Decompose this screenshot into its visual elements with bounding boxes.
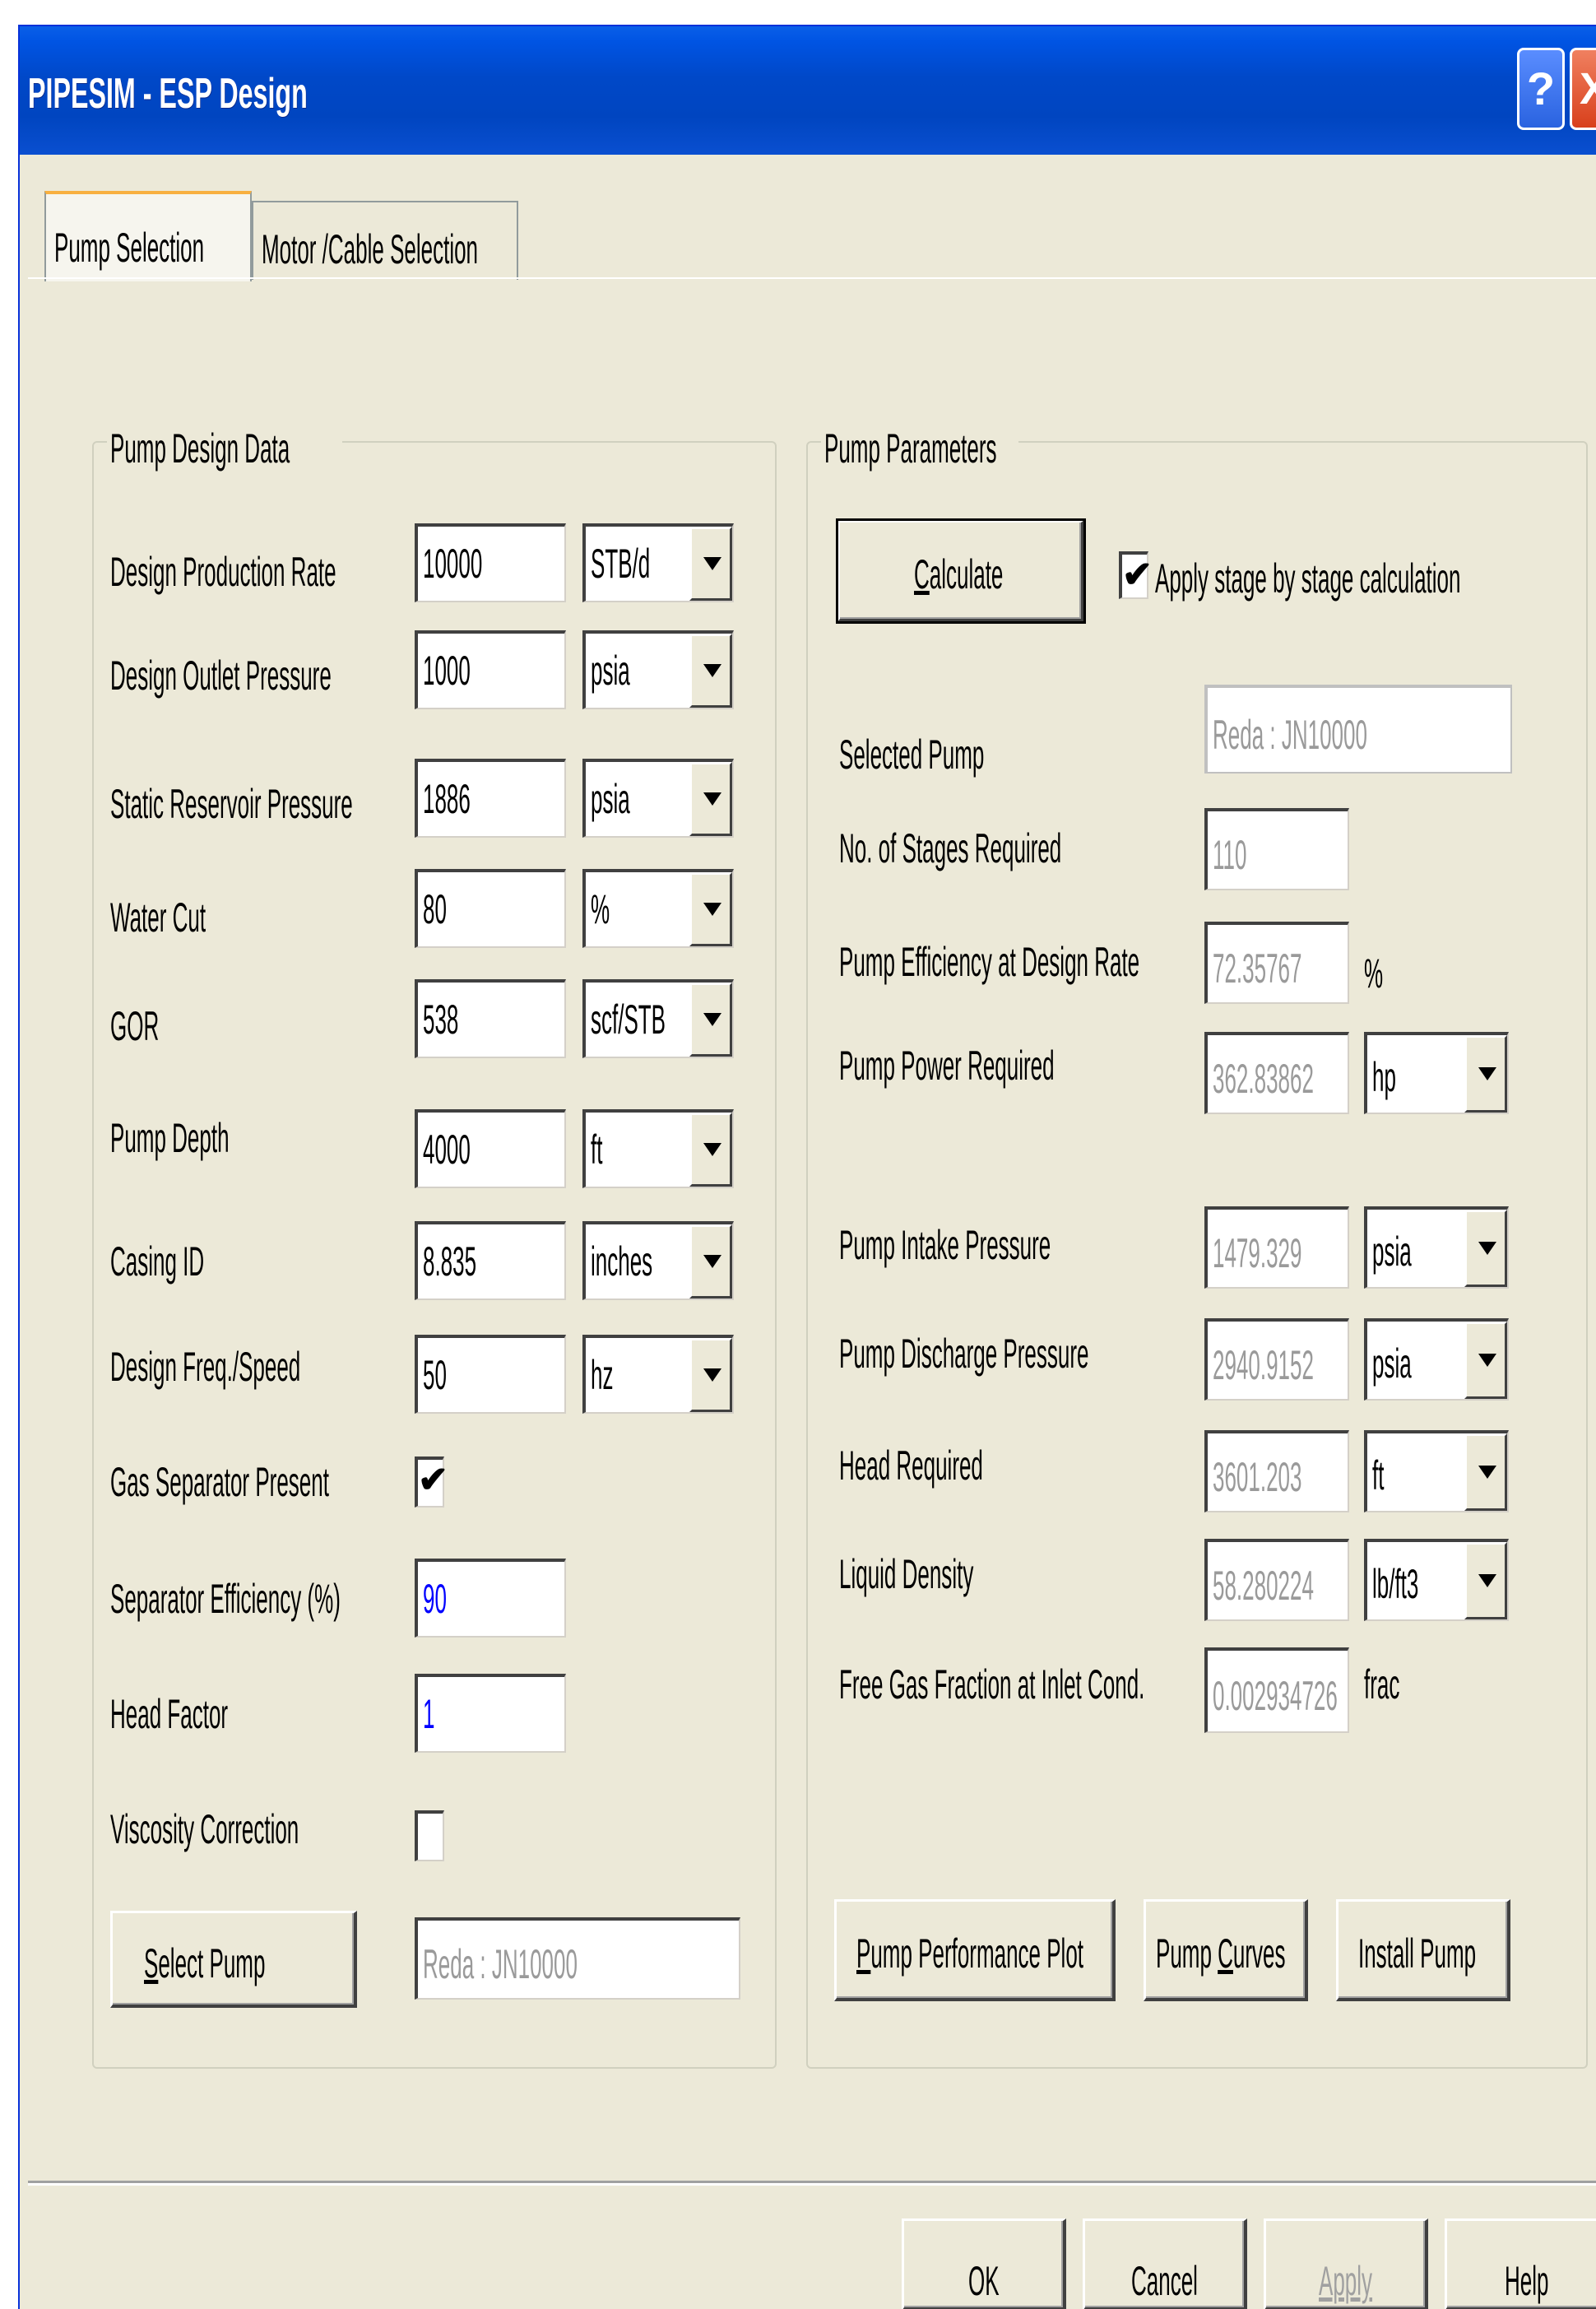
ok-button[interactable]: OK <box>902 2218 1066 2309</box>
apply-button[interactable]: Apply <box>1264 2218 1428 2309</box>
water-cut-unit-select[interactable]: % <box>582 869 734 948</box>
esp-design-window: PIPESIM - ESP Design ? X Pump Selection … <box>18 25 1596 2309</box>
design-production-rate-label: Design Production Rate <box>110 549 336 595</box>
head-required-field: 3601.203 <box>1204 1430 1349 1512</box>
chevron-down-icon[interactable] <box>689 1224 732 1299</box>
gor-label: GOR <box>110 1003 160 1049</box>
viscosity-correction-checkbox[interactable] <box>415 1810 444 1861</box>
pump-efficiency-field: 72.35767 <box>1204 922 1349 1004</box>
chevron-down-icon[interactable] <box>689 527 732 601</box>
pump-depth-label: Pump Depth <box>110 1115 230 1161</box>
tab-label: Motor /Cable Selection <box>262 226 479 272</box>
close-icon[interactable]: X <box>1570 48 1596 130</box>
title-bar[interactable]: PIPESIM - ESP Design ? X <box>20 26 1596 155</box>
liquid-density-label: Liquid Density <box>839 1551 974 1597</box>
stage-by-stage-checkbox[interactable]: ✔ <box>1119 551 1153 599</box>
selected-pump-readonly: Reda : JN10000 <box>415 1917 740 2000</box>
pump-power-unit-select[interactable]: hp <box>1364 1032 1509 1114</box>
chevron-down-icon[interactable] <box>689 983 732 1057</box>
pump-efficiency-unit: % <box>1364 950 1384 997</box>
design-production-rate-unit-select[interactable]: STB/d <box>582 523 734 602</box>
calculate-button[interactable]: Calculate <box>836 518 1086 624</box>
head-factor-input[interactable]: 1 <box>415 1674 566 1753</box>
casing-id-label: Casing ID <box>110 1238 205 1285</box>
tab-motor-cable-selection[interactable]: Motor /Cable Selection <box>252 201 518 280</box>
head-factor-label: Head Factor <box>110 1691 229 1737</box>
pump-intake-pressure-field: 1479.329 <box>1204 1206 1349 1289</box>
casing-id-input[interactable]: 8.835 <box>415 1221 566 1300</box>
gor-input[interactable]: 538 <box>415 979 566 1058</box>
gas-separator-present-label: Gas Separator Present <box>110 1459 329 1505</box>
design-freq-speed-input[interactable]: 50 <box>415 1335 566 1414</box>
design-freq-speed-unit-select[interactable]: hz <box>582 1335 734 1414</box>
tab-label: Pump Selection <box>54 225 205 271</box>
window-title: PIPESIM - ESP Design <box>28 70 308 118</box>
chevron-down-icon[interactable] <box>689 1113 732 1187</box>
cancel-button[interactable]: Cancel <box>1083 2218 1247 2309</box>
footer-divider <box>28 2181 1596 2186</box>
pump-depth-input[interactable]: 4000 <box>415 1109 566 1188</box>
stages-required-field: 110 <box>1204 808 1349 890</box>
design-outlet-pressure-label: Design Outlet Pressure <box>110 653 332 699</box>
free-gas-fraction-label: Free Gas Fraction at Inlet Cond. <box>839 1661 1145 1707</box>
liquid-density-field: 58.280224 <box>1204 1539 1349 1621</box>
pump-depth-unit-select[interactable]: ft <box>582 1109 734 1188</box>
chevron-down-icon[interactable] <box>1464 1210 1507 1287</box>
chevron-down-icon[interactable] <box>1464 1322 1507 1399</box>
separator-efficiency-label: Separator Efficiency (%) <box>110 1576 341 1622</box>
chevron-down-icon[interactable] <box>689 872 732 946</box>
group-title: Pump Parameters <box>821 425 1018 469</box>
stage-by-stage-label[interactable]: Apply stage by stage calculation <box>1155 558 1460 599</box>
water-cut-input[interactable]: 80 <box>415 869 566 948</box>
design-freq-speed-label: Design Freq./Speed <box>110 1344 301 1390</box>
chevron-down-icon[interactable] <box>689 762 732 836</box>
help-button[interactable]: Help <box>1445 2218 1596 2309</box>
head-required-unit-select[interactable]: ft <box>1364 1430 1509 1512</box>
pump-power-label: Pump Power Required <box>839 1043 1055 1089</box>
free-gas-fraction-unit: frac <box>1364 1661 1400 1707</box>
pump-discharge-pressure-unit-select[interactable]: psia <box>1364 1318 1509 1401</box>
chevron-down-icon[interactable] <box>1464 1433 1507 1511</box>
pump-intake-pressure-label: Pump Intake Pressure <box>839 1222 1051 1268</box>
chevron-down-icon[interactable] <box>689 634 732 708</box>
liquid-density-unit-select[interactable]: lb/ft3 <box>1364 1539 1509 1621</box>
separator-efficiency-input[interactable]: 90 <box>415 1559 566 1638</box>
design-production-rate-input[interactable]: 10000 <box>415 523 566 602</box>
pump-power-field: 362.83862 <box>1204 1032 1349 1114</box>
free-gas-fraction-field: 0.002934726 <box>1204 1647 1349 1733</box>
static-reservoir-pressure-unit-select[interactable]: psia <box>582 759 734 838</box>
pump-intake-pressure-unit-select[interactable]: psia <box>1364 1206 1509 1289</box>
pump-performance-plot-button[interactable]: Pump Performance Plot <box>834 1899 1116 2001</box>
help-icon[interactable]: ? <box>1517 48 1565 130</box>
casing-id-unit-select[interactable]: inches <box>582 1221 734 1300</box>
static-reservoir-pressure-input[interactable]: 1886 <box>415 759 566 838</box>
tab-pump-selection[interactable]: Pump Selection <box>44 191 252 281</box>
stages-required-label: No. of Stages Required <box>839 825 1062 871</box>
group-title: Pump Design Data <box>107 425 342 469</box>
chevron-down-icon[interactable] <box>1464 1542 1507 1619</box>
pump-curves-button[interactable]: Pump Curves <box>1144 1899 1308 2001</box>
pump-discharge-pressure-label: Pump Discharge Pressure <box>839 1331 1089 1377</box>
viscosity-correction-label: Viscosity Correction <box>110 1806 299 1852</box>
water-cut-label: Water Cut <box>110 894 206 941</box>
design-outlet-pressure-input[interactable]: 1000 <box>415 630 566 709</box>
static-reservoir-pressure-label: Static Reservoir Pressure <box>110 781 353 827</box>
chevron-down-icon[interactable] <box>1464 1035 1507 1113</box>
selected-pump-field: Reda : JN10000 <box>1204 685 1512 774</box>
pump-efficiency-label: Pump Efficiency at Design Rate <box>839 939 1140 985</box>
design-outlet-pressure-unit-select[interactable]: psia <box>582 630 734 709</box>
head-required-label: Head Required <box>839 1443 983 1489</box>
chevron-down-icon[interactable] <box>689 1338 732 1412</box>
install-pump-button[interactable]: Install Pump <box>1336 1899 1510 2001</box>
select-pump-button[interactable]: Select Pump <box>110 1911 357 2008</box>
pump-discharge-pressure-field: 2940.9152 <box>1204 1318 1349 1401</box>
gas-separator-checkbox[interactable]: ✔ <box>415 1456 448 1508</box>
selected-pump-label: Selected Pump <box>839 732 985 778</box>
gor-unit-select[interactable]: scf/STB <box>582 979 734 1058</box>
